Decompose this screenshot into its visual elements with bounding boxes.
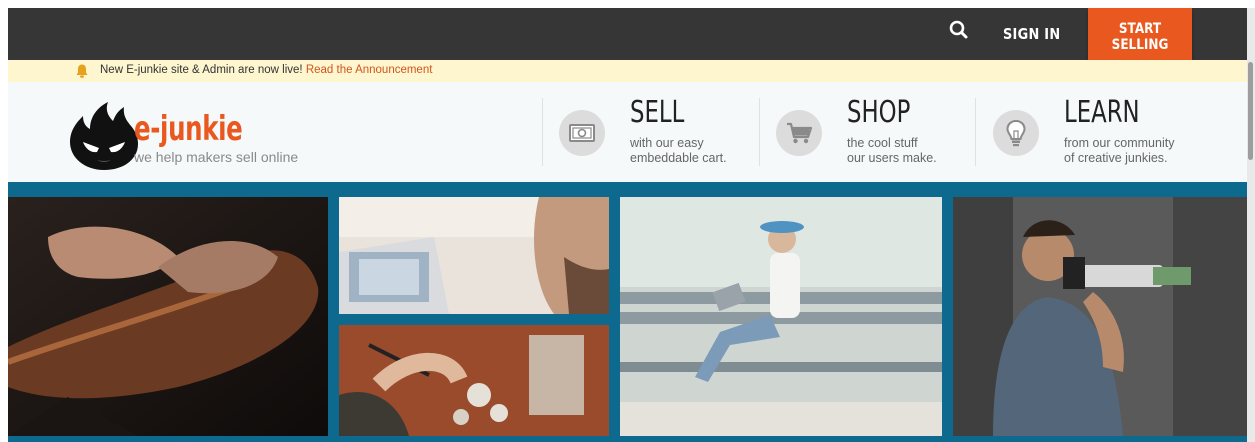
photo-woman-tablet[interactable] (620, 197, 942, 436)
learn-icon-circle (993, 110, 1039, 156)
sell-icon-circle (559, 110, 605, 156)
feature-learn-line1: from our community (1064, 136, 1175, 150)
search-button[interactable] (945, 16, 973, 44)
announcement-message: New E-junkie site & Admin are now live! (100, 64, 303, 76)
start-selling-button[interactable]: START SELLING (1088, 8, 1192, 68)
logo-tagline: we help makers sell online (134, 149, 299, 165)
cart-icon (787, 122, 813, 144)
feature-shop-line2: our users make. (847, 151, 937, 165)
feature-sell-line2: embeddable cart. (630, 151, 727, 165)
search-icon (949, 20, 968, 39)
page-scrollbar-thumb[interactable] (1248, 62, 1253, 160)
feature-sell-title: SELL (630, 95, 685, 130)
feature-learn-title: LEARN (1064, 95, 1140, 130)
feature-shop-line1: the cool stuff (847, 136, 918, 150)
top-navigation-bar (8, 8, 1247, 60)
start-selling-line2: SELLING (1111, 37, 1169, 53)
shop-icon-circle (776, 110, 822, 156)
feature-learn-line2: of creative junkies. (1064, 151, 1168, 165)
bell-icon (76, 64, 88, 78)
money-icon (569, 124, 595, 142)
photo-guitar-player[interactable] (8, 197, 328, 436)
photo-jewelry-making[interactable] (339, 325, 609, 436)
photo-laptop-designer[interactable] (339, 197, 609, 314)
feature-sell-line1: with our easy (630, 136, 704, 150)
announcement-text: New E-junkie site & Admin are now live! … (100, 64, 432, 76)
start-selling-line1: START (1118, 21, 1162, 37)
header-divider (542, 98, 543, 166)
photo-photographer[interactable] (953, 197, 1247, 436)
logo-wordmark[interactable]: e-junkie (134, 112, 243, 146)
header-divider (975, 98, 976, 166)
sign-in-link[interactable]: SIGN IN (1003, 8, 1060, 60)
feature-shop-title: SHOP (847, 95, 911, 130)
site-header: e-junkie we help makers sell online SELL… (8, 82, 1247, 182)
announcement-bar: New E-junkie site & Admin are now live! … (8, 60, 1247, 82)
header-divider (759, 98, 760, 166)
announcement-link[interactable]: Read the Announcement (306, 64, 433, 76)
lightbulb-icon (1006, 119, 1026, 147)
flame-logo-icon[interactable] (68, 100, 140, 172)
